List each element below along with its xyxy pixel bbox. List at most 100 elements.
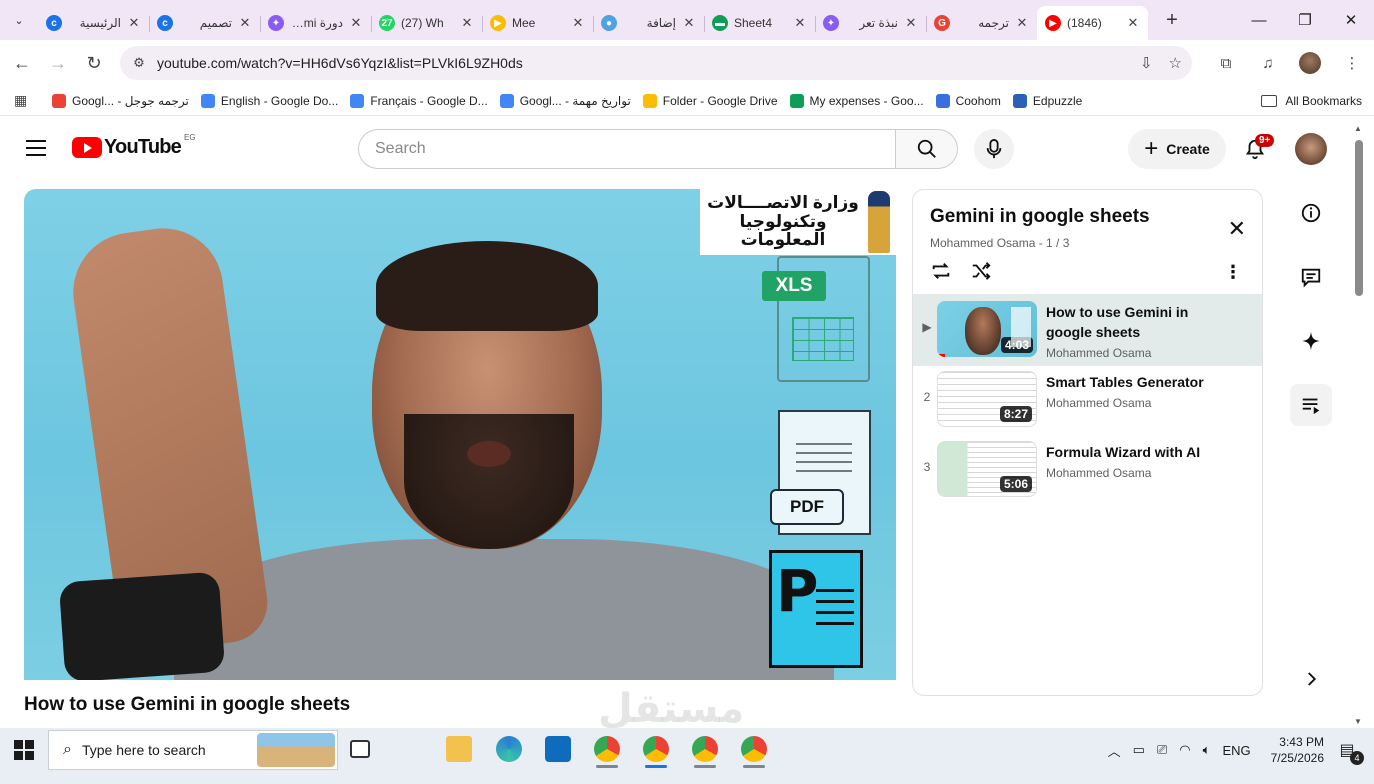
loop-playlist-icon[interactable] — [930, 260, 952, 288]
chevron-right-icon[interactable] — [1290, 658, 1332, 700]
action-center-icon[interactable]: ▤ 4 — [1334, 737, 1364, 765]
bookmark-star-icon[interactable]: ☆ — [1169, 54, 1182, 72]
media-controls-icon[interactable]: ♫ — [1254, 49, 1282, 77]
search-input[interactable]: Search — [358, 129, 895, 169]
playlist-item-channel[interactable]: Mohammed Osama — [1046, 396, 1151, 410]
edge-browser-icon[interactable] — [496, 736, 522, 762]
playlist-more-icon[interactable]: ⋮ — [1224, 262, 1242, 283]
bookmark-item[interactable]: Googl... - ترجمه جوجل — [52, 93, 189, 108]
bookmark-item[interactable]: Français - Google D... — [350, 93, 488, 108]
playlist-item-title[interactable]: Smart Tables Generator — [1046, 372, 1216, 392]
tab-close-icon[interactable]: ✕ — [1015, 15, 1029, 31]
meet-now-icon[interactable]: ⎚ — [1157, 742, 1167, 758]
apps-grid-icon[interactable]: ▦ — [14, 92, 40, 109]
video-player[interactable]: وزارة الاتصــــالات وتكنولوجيا المعلومات… — [24, 189, 896, 680]
browser-tab[interactable]: 27 (27) Wh ✕ — [371, 6, 483, 40]
tab-close-icon[interactable]: ✕ — [349, 15, 363, 31]
chrome-icon-4[interactable] — [741, 736, 767, 762]
taskbar-clock[interactable]: 3:43 PM 7/25/2026 — [1271, 734, 1324, 766]
task-view-icon[interactable] — [350, 740, 370, 758]
battery-icon[interactable]: ▭ — [1133, 742, 1145, 758]
playlist-item-title[interactable]: How to use Gemini in google sheets — [1046, 302, 1216, 342]
outlook-icon[interactable] — [545, 736, 571, 762]
playlist-item-channel[interactable]: Mohammed Osama — [1046, 346, 1151, 360]
extensions-icon[interactable]: ⧉ — [1212, 49, 1240, 77]
notifications-button[interactable]: 9+ — [1238, 132, 1275, 166]
file-explorer-icon[interactable] — [446, 736, 472, 762]
scroll-down-arrow-icon[interactable]: ▼ — [1354, 717, 1362, 726]
chrome-icon-2[interactable] — [643, 736, 669, 762]
wifi-icon[interactable]: ◠ — [1179, 742, 1190, 758]
bookmark-item[interactable]: Coohom — [935, 93, 1001, 108]
page-scrollbar[interactable]: ▲ ▼ — [1352, 120, 1366, 728]
guide-menu-icon[interactable] — [26, 140, 46, 161]
browser-tab[interactable]: ▶ (1846) ✕ — [1037, 6, 1148, 40]
tab-close-icon[interactable]: ✕ — [238, 15, 252, 31]
windows-start-icon[interactable] — [14, 740, 34, 760]
restore-button[interactable]: ❐ — [1282, 0, 1328, 40]
tab-search-chevron-icon[interactable]: ⌄ — [6, 7, 32, 33]
playlist-item[interactable]: 3 5:06 Formula Wizard with AI Mohammed Osam… — [913, 434, 1262, 506]
url-text[interactable]: youtube.com/watch?v=HH6dVs6YqzI&list=PLV… — [157, 55, 523, 71]
chrome-icon-1[interactable] — [594, 736, 620, 762]
bookmark-item[interactable]: My expenses - Goo... — [789, 93, 924, 108]
browser-tab[interactable]: c تصميم ✕ — [149, 6, 261, 40]
ai-sparkle-icon[interactable] — [1290, 320, 1332, 362]
tray-overflow-chevron-icon[interactable]: ︿ — [1108, 741, 1121, 760]
browser-menu-icon[interactable]: ⋮ — [1338, 49, 1366, 77]
back-button[interactable]: ← — [4, 45, 40, 81]
playlist-title[interactable]: Gemini in google sheets — [930, 206, 1150, 228]
browser-tab[interactable]: ● إضافة ✕ — [593, 6, 705, 40]
shuffle-playlist-icon[interactable] — [970, 260, 992, 288]
browser-tab[interactable]: ▬ Sheet4 ✕ — [704, 6, 816, 40]
bookmark-item[interactable]: English - Google Do... — [200, 93, 338, 108]
forward-button[interactable]: → — [40, 45, 76, 81]
voice-search-button[interactable] — [974, 129, 1014, 169]
tab-close-icon[interactable]: ✕ — [682, 15, 696, 31]
install-app-icon[interactable]: ⇩ — [1140, 54, 1153, 72]
playlist-item-thumbnail[interactable]: 5:06 — [937, 441, 1037, 497]
browser-tab[interactable]: ✦ دورة Gemi ✕ — [260, 6, 372, 40]
volume-icon[interactable]: 🔈︎ — [1203, 742, 1211, 758]
tab-close-icon[interactable]: ✕ — [793, 15, 807, 31]
bookmark-item[interactable]: Edpuzzle — [1012, 93, 1082, 108]
reload-button[interactable]: ↻ — [76, 45, 112, 81]
close-playlist-icon[interactable]: ✕ — [1228, 216, 1246, 242]
profile-avatar[interactable] — [1296, 49, 1324, 77]
comments-icon[interactable] — [1290, 256, 1332, 298]
scrollbar-thumb[interactable] — [1355, 140, 1363, 296]
bookmark-item[interactable]: Folder - Google Drive — [642, 93, 778, 108]
bookmark-item[interactable]: Googl... - تواريخ مهمة — [499, 93, 631, 108]
taskbar-search-box[interactable]: ⌕ Type here to search — [48, 730, 338, 770]
playlist-item-title[interactable]: Formula Wizard with AI — [1046, 442, 1216, 462]
playlist-item-thumbnail[interactable]: 4:03 — [937, 301, 1037, 357]
browser-tab[interactable]: ✦ نبذة تعر ✕ — [815, 6, 927, 40]
playlist-queue-icon[interactable] — [1290, 384, 1332, 426]
language-indicator[interactable]: ENG — [1222, 743, 1250, 758]
browser-tab[interactable]: c الرئيسية ✕ — [38, 6, 150, 40]
info-icon[interactable] — [1290, 192, 1332, 234]
browser-tab[interactable]: G ترجمه ✕ — [926, 6, 1037, 40]
tab-close-icon[interactable]: ✕ — [571, 15, 585, 31]
youtube-logo[interactable]: YouTube EG — [72, 133, 196, 159]
close-window-button[interactable]: ✕ — [1328, 0, 1374, 40]
site-info-icon[interactable]: ⚙ — [124, 55, 154, 71]
playlist-item[interactable]: ▶ 4:03 How to use Gemini in google sheets M… — [913, 294, 1262, 366]
all-bookmarks-button[interactable]: All Bookmarks — [1261, 94, 1362, 108]
tab-close-icon[interactable]: ✕ — [1126, 15, 1140, 31]
chrome-icon-3[interactable] — [692, 736, 718, 762]
playlist-item-channel[interactable]: Mohammed Osama — [1046, 466, 1151, 480]
tab-close-icon[interactable]: ✕ — [460, 15, 474, 31]
account-avatar[interactable] — [1295, 133, 1327, 165]
tab-close-icon[interactable]: ✕ — [904, 15, 918, 31]
tab-close-icon[interactable]: ✕ — [127, 15, 141, 31]
create-button[interactable]: + Create — [1128, 129, 1226, 169]
minimize-button[interactable]: — — [1236, 0, 1282, 40]
playlist-item[interactable]: 2 8:27 Smart Tables Generator Mohammed Osam… — [913, 364, 1262, 436]
browser-tab[interactable]: ▶ Mee ✕ — [482, 6, 594, 40]
search-button[interactable] — [895, 129, 958, 169]
new-tab-button[interactable]: + — [1158, 6, 1186, 34]
playlist-item-thumbnail[interactable]: 8:27 — [937, 371, 1037, 427]
address-bar[interactable]: ⚙ youtube.com/watch?v=HH6dVs6YqzI&list=P… — [120, 46, 1192, 80]
scroll-up-arrow-icon[interactable]: ▲ — [1354, 124, 1362, 133]
